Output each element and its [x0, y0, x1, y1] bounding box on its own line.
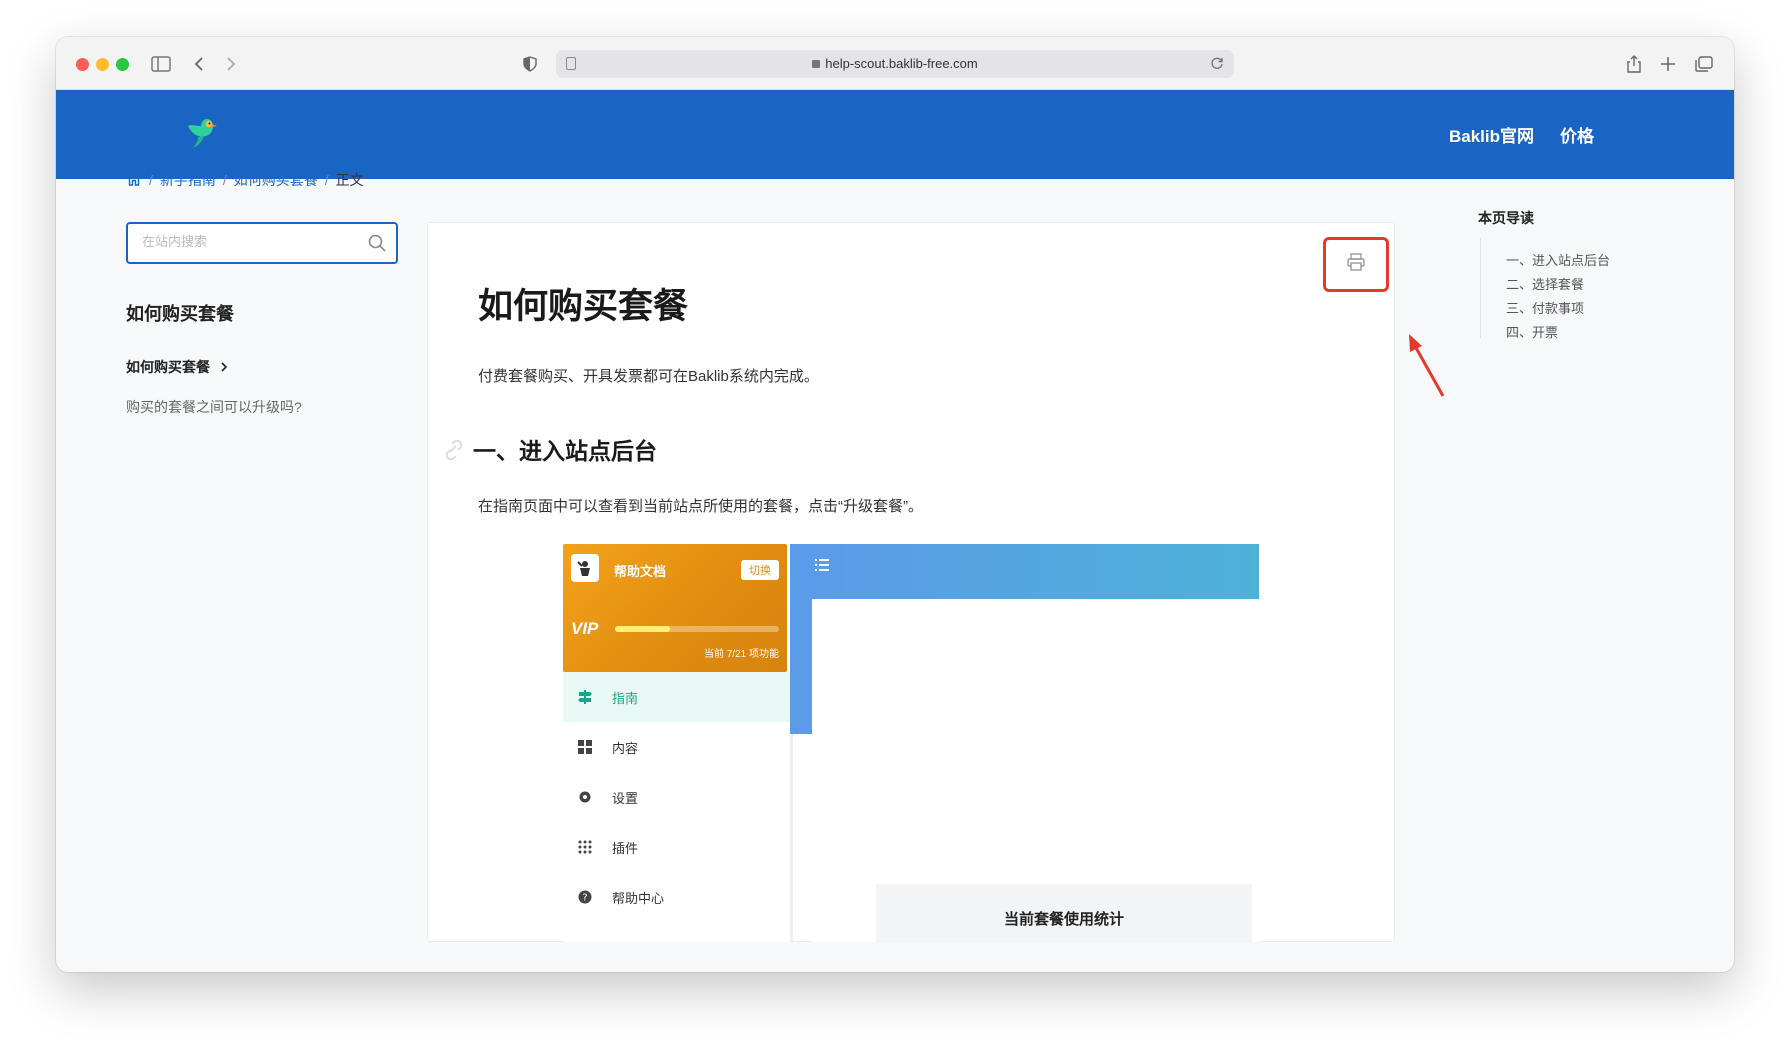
- switch-button[interactable]: 切换: [741, 560, 779, 580]
- plan-usage-panel: 当前套餐使用统计: [876, 884, 1252, 942]
- address-bar[interactable]: help-scout.baklib-free.com: [556, 50, 1234, 78]
- section-paragraph: 在指南页面中可以查看到当前站点所使用的套餐，点击“升级套餐”。: [478, 498, 923, 515]
- annotation-arrow: [1400, 330, 1450, 400]
- url-text: help-scout.baklib-free.com: [556, 56, 1234, 71]
- browser-titlebar: help-scout.baklib-free.com: [56, 37, 1734, 90]
- breadcrumb-current: 正文: [335, 172, 364, 188]
- print-button-highlight[interactable]: [1323, 237, 1389, 292]
- toc-item-2[interactable]: 二、选择套餐: [1506, 274, 1584, 293]
- feature-count: 当前 7/21 项功能: [703, 649, 779, 660]
- search-input[interactable]: [142, 234, 352, 249]
- bird-logo-icon[interactable]: [182, 112, 222, 152]
- menu-item-guide[interactable]: 指南: [563, 672, 790, 722]
- grid-icon: [578, 740, 592, 754]
- lock-icon: [812, 60, 821, 68]
- toc-item-1[interactable]: 一、进入站点后台: [1506, 250, 1610, 269]
- menu-item-settings[interactable]: 设置: [563, 772, 790, 822]
- embedded-sidebar: 帮助文档 切换 VIP 当前 7/21 项功能 指南 内容 设置 插件 ? 帮助…: [563, 544, 790, 942]
- nav-baklib-official[interactable]: Baklib官网: [1449, 122, 1534, 147]
- site-avatar: [571, 554, 599, 582]
- toc-title: 本页导读: [1478, 210, 1534, 226]
- sidebar-item-how-to-buy[interactable]: 如何购买套餐: [126, 357, 228, 377]
- back-icon[interactable]: [190, 51, 208, 77]
- vip-card-title: 帮助文档: [614, 564, 667, 579]
- top-nav: Baklib官网 价格: [1449, 122, 1594, 147]
- site-search: [126, 222, 398, 264]
- minimize-window-button[interactable]: [96, 58, 109, 71]
- breadcrumb-separator: /: [149, 172, 153, 188]
- print-icon[interactable]: [1346, 253, 1366, 276]
- plan-usage-title: 当前套餐使用统计: [1003, 911, 1124, 928]
- menu-item-plugins[interactable]: 插件: [563, 822, 790, 872]
- reload-icon[interactable]: [1210, 56, 1224, 75]
- gear-icon: [578, 790, 592, 804]
- breadcrumb-how-to-buy[interactable]: 如何购买套餐: [234, 170, 318, 190]
- chevron-right-icon: [220, 359, 228, 375]
- close-window-button[interactable]: [76, 58, 89, 71]
- breadcrumb: / 新手指南 / 如何购买套餐 / 正文: [126, 170, 364, 190]
- svg-text:?: ?: [582, 893, 587, 904]
- feature-progress-bar: [615, 626, 779, 632]
- embedded-topbar: [793, 544, 1259, 599]
- vip-badge: VIP: [571, 619, 599, 638]
- privacy-shield-icon[interactable]: [521, 51, 539, 77]
- toc-item-4[interactable]: 四、开票: [1506, 322, 1558, 341]
- search-icon[interactable]: [368, 234, 386, 252]
- menu-item-help-center[interactable]: ? 帮助中心: [563, 872, 790, 922]
- embedded-screenshot: 帮助文档 切换 VIP 当前 7/21 项功能 指南 内容 设置 插件 ? 帮助…: [563, 544, 1259, 942]
- share-icon[interactable]: [1624, 51, 1644, 77]
- nav-pricing[interactable]: 价格: [1560, 122, 1594, 147]
- signpost-icon: [578, 690, 592, 704]
- sidebar-section-title: 如何购买套餐: [126, 304, 234, 324]
- site-header: Baklib官网 价格: [56, 90, 1734, 179]
- article-title: 如何购买套餐: [478, 287, 689, 326]
- vip-card: 帮助文档 切换 VIP 当前 7/21 项功能: [563, 544, 787, 672]
- section-heading-enter-backend: 一、进入站点后台: [473, 438, 657, 464]
- help-icon: ?: [578, 890, 592, 904]
- sidebar-toggle-icon[interactable]: [150, 51, 172, 77]
- dots-grid-icon: [578, 840, 592, 854]
- list-menu-icon[interactable]: [815, 558, 829, 576]
- feature-progress-fill: [615, 626, 670, 632]
- menu-item-content[interactable]: 内容: [563, 722, 790, 772]
- home-icon[interactable]: [126, 171, 142, 189]
- sidebar-item-upgrade[interactable]: 购买的套餐之间可以升级吗?: [126, 397, 302, 417]
- breadcrumb-newbie-guide[interactable]: 新手指南: [160, 170, 216, 190]
- breadcrumb-separator: /: [324, 172, 329, 188]
- breadcrumb-separator: /: [222, 172, 227, 188]
- new-tab-icon[interactable]: [1658, 51, 1678, 77]
- article-intro: 付费套餐购买、开具发票都可在Baklib系统内完成。: [478, 368, 819, 385]
- toc-item-3[interactable]: 三、付款事项: [1506, 298, 1584, 317]
- forward-icon[interactable]: [222, 51, 240, 77]
- toc-rail: [1480, 238, 1481, 338]
- tab-overview-icon[interactable]: [1694, 51, 1714, 77]
- link-anchor-icon[interactable]: [441, 437, 467, 463]
- maximize-window-button[interactable]: [116, 58, 129, 71]
